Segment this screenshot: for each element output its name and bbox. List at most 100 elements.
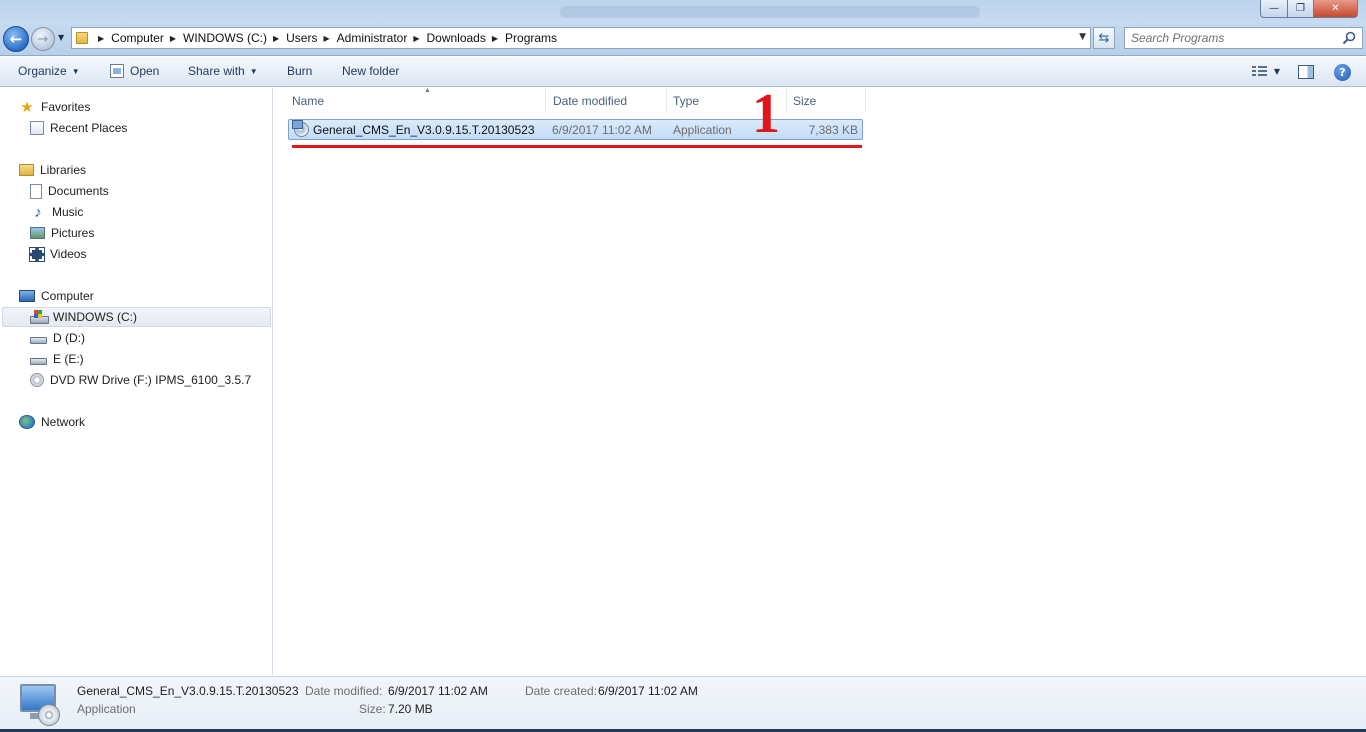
chevron-down-icon: ▼: [249, 66, 258, 76]
window-controls: — ❐ ✕: [1260, 0, 1358, 18]
forward-arrow-icon: →: [37, 31, 49, 47]
address-bar[interactable]: ▶ Computer ▶ WINDOWS (C:) ▶ Users ▶ Admi…: [71, 27, 1091, 49]
details-date-created-label: Date created:: [525, 684, 598, 698]
file-size: 7,383 KB: [808, 122, 858, 137]
folder-icon: [76, 32, 88, 44]
forward-button[interactable]: →: [31, 27, 55, 51]
libraries-icon: [19, 164, 34, 176]
address-history-dropdown-icon[interactable]: ▼: [1079, 32, 1086, 42]
open-icon: [110, 64, 124, 78]
windows-drive-icon: [30, 310, 49, 324]
nav-pictures[interactable]: Pictures: [30, 223, 94, 243]
open-label: Open: [130, 64, 160, 78]
details-date-modified-label: Date modified:: [305, 684, 383, 698]
nav-drive-d[interactable]: D (D:): [30, 328, 85, 348]
computer-icon: [19, 290, 35, 302]
new-folder-button[interactable]: New folder: [342, 64, 399, 78]
nav-recent-places[interactable]: Recent Places: [30, 118, 127, 138]
change-view-button[interactable]: ▼: [1251, 65, 1280, 77]
file-list: ▲ Name Date modified Type Size: [274, 87, 1366, 675]
breadcrumb-downloads[interactable]: Downloads: [426, 31, 485, 45]
annotation-underline: [292, 145, 862, 148]
chevron-down-icon: ▼: [71, 66, 80, 76]
nav-label: Favorites: [41, 100, 91, 114]
recent-places-icon: [30, 121, 44, 135]
nav-drive-f[interactable]: DVD RW Drive (F:) IPMS_6100_3.5.7: [30, 370, 251, 390]
column-header-date-modified[interactable]: Date modified: [547, 88, 667, 113]
nav-network[interactable]: Network: [19, 412, 85, 432]
breadcrumb-separator-icon[interactable]: ▶: [492, 34, 498, 43]
back-button[interactable]: ←: [3, 26, 29, 52]
details-date-created: 6/9/2017 11:02 AM: [598, 684, 698, 698]
nav-videos[interactable]: Videos: [29, 244, 87, 264]
open-button[interactable]: Open: [110, 64, 159, 78]
nav-documents[interactable]: Documents: [30, 181, 109, 201]
burn-button[interactable]: Burn: [287, 64, 312, 78]
breadcrumb-separator-icon[interactable]: ▶: [170, 34, 176, 43]
refresh-icon: ⇆: [1098, 30, 1110, 46]
breadcrumb-computer[interactable]: Computer: [111, 31, 164, 45]
hard-drive-icon: [30, 358, 47, 365]
breadcrumb-windows-c[interactable]: WINDOWS (C:): [183, 31, 267, 45]
dvd-drive-icon: [30, 373, 44, 387]
breadcrumb-administrator[interactable]: Administrator: [337, 31, 408, 45]
breadcrumb-separator-icon[interactable]: ▶: [413, 34, 419, 43]
network-icon: [19, 415, 35, 429]
recent-pages-dropdown[interactable]: ▼: [58, 33, 64, 42]
search-icon[interactable]: [1342, 31, 1356, 45]
breadcrumb-separator-icon[interactable]: ▶: [323, 34, 329, 43]
navigation-pane: ★ Favorites Recent Places Libraries Docu…: [0, 88, 273, 675]
new-folder-label: New folder: [342, 64, 400, 78]
nav-label: Documents: [48, 184, 109, 198]
file-date-modified: 6/9/2017 11:02 AM: [552, 122, 652, 137]
column-header-name[interactable]: ▲ Name: [286, 87, 546, 113]
preview-pane-icon[interactable]: [1298, 65, 1314, 79]
organize-button[interactable]: Organize ▼: [18, 64, 80, 78]
sort-ascending-icon: ▲: [424, 87, 431, 94]
column-label: Size: [793, 93, 817, 108]
details-date-modified: 6/9/2017 11:02 AM: [388, 684, 488, 698]
back-arrow-icon: ←: [9, 30, 23, 48]
minimize-button[interactable]: —: [1260, 0, 1288, 18]
nav-label: Videos: [50, 247, 87, 261]
file-type: Application: [673, 122, 732, 137]
nav-favorites[interactable]: ★ Favorites: [19, 97, 90, 117]
nav-label: Recent Places: [50, 121, 128, 135]
window-title-blurred: [560, 6, 980, 18]
column-label: Name: [292, 93, 325, 108]
nav-label: Libraries: [40, 163, 87, 177]
nav-label: Computer: [41, 289, 94, 303]
share-with-label: Share with: [188, 64, 245, 78]
documents-icon: [30, 183, 42, 199]
breadcrumb-users[interactable]: Users: [286, 31, 317, 45]
share-with-button[interactable]: Share with ▼: [188, 64, 258, 78]
breadcrumb-separator-icon[interactable]: ▶: [273, 34, 279, 43]
command-bar: Organize ▼ Open Share with ▼ Burn New fo…: [0, 57, 1366, 87]
column-header-size[interactable]: Size: [787, 88, 866, 113]
close-button[interactable]: ✕: [1314, 0, 1358, 18]
application-large-icon: [18, 682, 64, 728]
search-input[interactable]: [1125, 28, 1325, 48]
nav-label: DVD RW Drive (F:) IPMS_6100_3.5.7: [50, 373, 252, 387]
star-icon: ★: [20, 99, 34, 116]
annotation-step-number: 1: [752, 83, 780, 145]
breadcrumb-programs[interactable]: Programs: [505, 31, 557, 45]
help-icon[interactable]: ?: [1334, 64, 1351, 81]
refresh-button[interactable]: ⇆: [1093, 27, 1115, 49]
nav-drive-c[interactable]: WINDOWS (C:): [2, 307, 271, 327]
nav-label: D (D:): [53, 331, 85, 345]
nav-label: Network: [41, 415, 86, 429]
column-label: Date modified: [553, 93, 628, 108]
details-file-type: Application: [77, 702, 136, 716]
breadcrumb-separator-icon[interactable]: ▶: [98, 34, 104, 43]
search-box[interactable]: [1124, 27, 1363, 49]
nav-libraries[interactable]: Libraries: [19, 160, 86, 180]
nav-computer[interactable]: Computer: [19, 286, 94, 306]
nav-drive-e[interactable]: E (E:): [30, 349, 84, 369]
nav-music[interactable]: ♪ Music: [30, 202, 83, 222]
nav-label: Music: [52, 205, 84, 219]
column-label: Type: [673, 93, 700, 108]
application-icon: [292, 120, 309, 137]
details-pane: General_CMS_En_V3.0.9.15.T.20130523 Appl…: [0, 676, 1366, 732]
maximize-button[interactable]: ❐: [1288, 0, 1314, 18]
